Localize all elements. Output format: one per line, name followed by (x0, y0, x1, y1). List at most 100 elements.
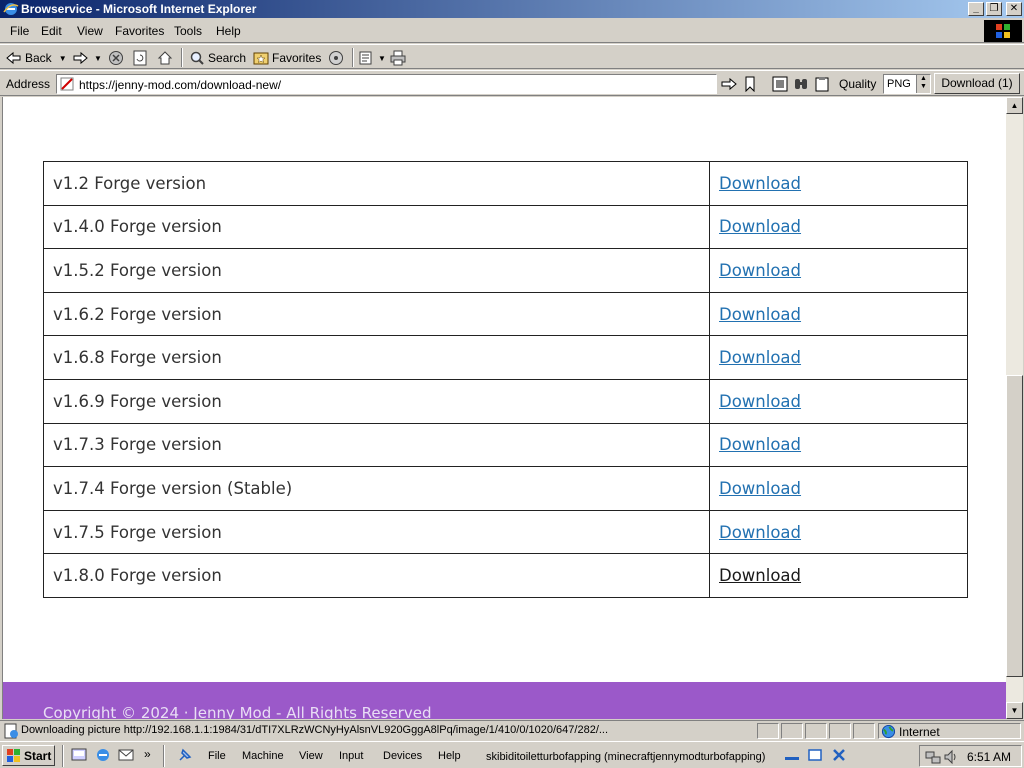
print-button[interactable] (390, 49, 406, 67)
version-cell: v1.7.4 Forge version (Stable) (43, 466, 710, 511)
vm-window-title[interactable]: skibiditoiletturbofapping (minecraftjenn… (486, 751, 765, 763)
download-link[interactable]: Download (719, 523, 801, 542)
quicklaunch-more-icon[interactable]: » (144, 747, 154, 763)
vm-close-icon[interactable] (831, 747, 847, 763)
download-link[interactable]: Download (719, 174, 801, 193)
address-url: https://jenny-mod.com/download-new/ (79, 78, 282, 92)
forward-button[interactable]: ▼ (72, 49, 102, 67)
back-button[interactable]: Back ▼ (6, 49, 67, 67)
go-arrow-icon[interactable] (721, 76, 737, 92)
vbox-menu-help[interactable]: Help (438, 750, 461, 762)
print-icon (390, 50, 406, 66)
window-title: Browservice - Microsoft Internet Explore… (21, 2, 257, 16)
vbox-menu-machine[interactable]: Machine (242, 750, 284, 762)
download-link[interactable]: Download (719, 348, 801, 367)
status-panel (805, 723, 827, 739)
taskbar: Start » File Machine View Input Devices … (0, 741, 1024, 768)
download-table: v1.2 Forge version Download v1.4.0 Forge v… (43, 161, 968, 598)
internet-zone-icon (881, 724, 896, 742)
vbox-menu-input[interactable]: Input (339, 750, 363, 762)
internet-explorer-icon[interactable] (95, 747, 111, 763)
status-panel (757, 723, 779, 739)
vbox-pin-icon[interactable] (177, 747, 193, 763)
menu-view[interactable]: View (77, 24, 103, 38)
quality-select[interactable]: PNG ▲ ▼ (883, 74, 931, 94)
close-button[interactable]: ✕ (1006, 2, 1022, 16)
footer-copyright: Copyright © 2024 · Jenny Mod - All Right… (43, 704, 432, 719)
link-cell: Download (709, 509, 968, 555)
menu-edit[interactable]: Edit (41, 24, 62, 38)
search-icon (190, 51, 204, 65)
vm-minimize-icon[interactable] (784, 750, 800, 760)
link-cell: Download (709, 466, 968, 511)
vm-restore-icon[interactable] (807, 747, 823, 763)
mail-button[interactable]: ▼ (359, 49, 386, 67)
vbox-menu-view[interactable]: View (299, 750, 323, 762)
find-icon[interactable] (793, 76, 809, 92)
clipboard-icon[interactable] (814, 76, 830, 92)
address-spacer (763, 76, 767, 92)
page-loading-icon (3, 723, 19, 742)
home-button[interactable] (157, 49, 173, 67)
quality-label: Quality (839, 77, 877, 91)
favorites-button[interactable]: Favorites (253, 49, 321, 67)
address-bar: Address https://jenny-mod.com/download-n… (0, 70, 1024, 96)
address-input[interactable]: https://jenny-mod.com/download-new/ (56, 74, 717, 94)
site-footer: Copyright © 2024 · Jenny Mod - All Right… (3, 682, 1006, 719)
table-row: v1.6.9 Forge version Download (43, 378, 968, 424)
taskbar-separator (163, 745, 165, 767)
download-link[interactable]: Download (719, 566, 801, 585)
media-button[interactable] (328, 49, 344, 67)
refresh-button[interactable] (132, 49, 148, 67)
version-cell: v1.6.2 Forge version (43, 291, 710, 337)
show-desktop-icon[interactable] (71, 747, 87, 763)
download-link[interactable]: Download (719, 217, 801, 236)
stop-button[interactable] (108, 49, 124, 67)
no-script-icon (60, 77, 74, 94)
search-button[interactable]: Search (189, 49, 246, 67)
stop-icon (109, 51, 123, 65)
back-label: Back (25, 51, 52, 65)
scroll-thumb[interactable] (1006, 375, 1023, 677)
minimize-button[interactable]: _ (968, 2, 984, 16)
menu-bar: File Edit View Favorites Tools Help (0, 19, 1024, 43)
outlook-express-icon[interactable] (118, 747, 134, 763)
volume-icon[interactable] (943, 749, 959, 765)
network-icon[interactable] (925, 749, 941, 765)
page-save-icon[interactable] (772, 76, 788, 92)
version-cell: v1.2 Forge version (43, 161, 710, 206)
version-cell: v1.6.9 Forge version (43, 378, 710, 424)
maximize-button[interactable]: ❐ (986, 2, 1002, 16)
menu-file[interactable]: File (10, 24, 29, 38)
menu-help[interactable]: Help (216, 24, 241, 38)
forward-dropdown-icon[interactable]: ▼ (94, 54, 102, 63)
back-dropdown-icon[interactable]: ▼ (59, 54, 67, 63)
download-link[interactable]: Download (719, 479, 801, 498)
vbox-menu-file[interactable]: File (208, 750, 226, 762)
media-icon (329, 51, 343, 65)
download-link[interactable]: Download (719, 435, 801, 454)
vertical-scrollbar[interactable]: ▲ ▼ (1006, 97, 1023, 719)
table-row: v1.7.4 Forge version (Stable) Download (43, 466, 968, 511)
status-panel (829, 723, 851, 739)
download-link[interactable]: Download (719, 261, 801, 280)
table-row: v1.7.5 Forge version Download (43, 509, 968, 555)
mail-dropdown-icon[interactable]: ▼ (378, 54, 386, 63)
vbox-menu-devices[interactable]: Devices (383, 750, 422, 762)
start-button[interactable]: Start (2, 745, 55, 766)
download-button[interactable]: Download (1) (934, 73, 1020, 94)
menu-favorites[interactable]: Favorites (115, 24, 164, 38)
download-link[interactable]: Download (719, 305, 801, 324)
menu-tools[interactable]: Tools (174, 24, 202, 38)
download-link[interactable]: Download (719, 392, 801, 411)
bookmark-icon[interactable] (742, 76, 758, 93)
internet-explorer-icon (3, 1, 19, 17)
address-label: Address (6, 77, 51, 91)
table-row: v1.4.0 Forge version Download (43, 204, 968, 250)
status-bar: Downloading picture http://192.168.1.1:1… (0, 720, 1024, 740)
quality-spinner-icon[interactable]: ▲ ▼ (916, 75, 930, 93)
start-label: Start (24, 749, 52, 763)
scroll-up-icon[interactable]: ▲ (1006, 97, 1023, 114)
scroll-down-icon[interactable]: ▼ (1006, 702, 1023, 719)
table-row: v1.7.3 Forge version Download (43, 422, 968, 468)
